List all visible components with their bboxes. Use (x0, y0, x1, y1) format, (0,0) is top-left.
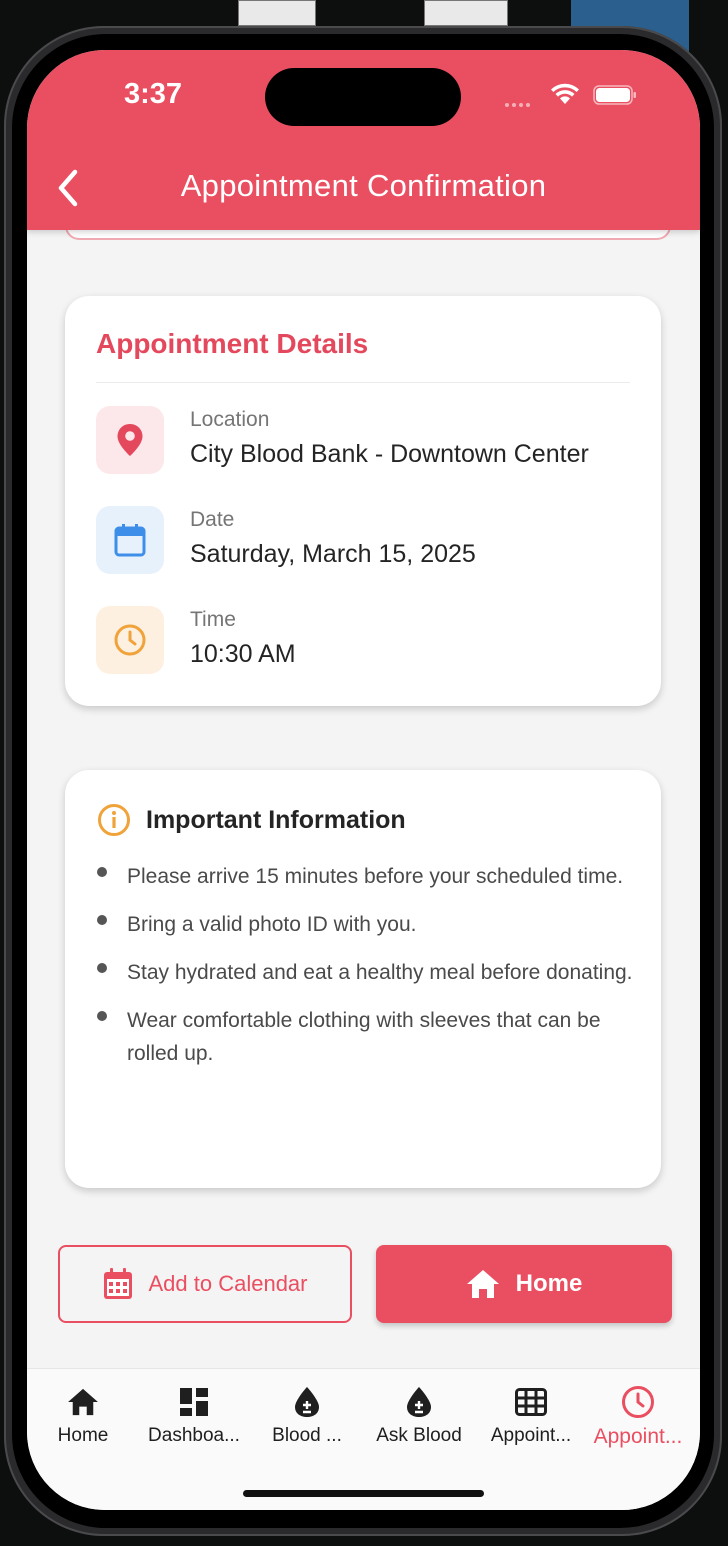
dashboard-icon (180, 1388, 208, 1416)
nav-label: Ask Blood (376, 1425, 462, 1446)
clock-icon (96, 606, 164, 674)
nav-label: Home (57, 1425, 109, 1446)
nav-item-ask-blood[interactable]: Ask Blood (363, 1387, 475, 1447)
nav-item-dashboard[interactable]: Dashboa... (138, 1387, 250, 1447)
clock-icon (622, 1386, 654, 1418)
nav-item-appointments[interactable]: Appoint... (475, 1387, 587, 1447)
add-to-calendar-label: Add to Calendar (148, 1271, 308, 1296)
home-button-label: Home (515, 1270, 583, 1297)
home-button[interactable]: Home (376, 1245, 672, 1323)
list-item: Stay hydrated and eat a healthy meal bef… (97, 956, 637, 989)
blood-drop-icon (295, 1387, 319, 1417)
grid-icon (515, 1388, 547, 1416)
nav-label: Blood ... (272, 1425, 342, 1446)
list-item: Please arrive 15 minutes before your sch… (97, 860, 637, 893)
home-indicator (243, 1490, 484, 1497)
nav-label: Dashboa... (148, 1425, 240, 1446)
background-window (238, 0, 316, 26)
calendar-icon (103, 1268, 132, 1299)
location-label: Location (190, 408, 270, 431)
location-pin-icon (96, 406, 164, 474)
important-information-card: Important Information Please arrive 15 m… (65, 770, 661, 1188)
date-row: Date Saturday, March 15, 2025 (96, 506, 641, 576)
nav-label: Appoint... (593, 1425, 683, 1448)
time-value: 10:30 AM (190, 640, 296, 668)
bottom-navigation: Home Dashboa... Blood ... Ask Blood Appo… (27, 1368, 700, 1510)
date-value: Saturday, March 15, 2025 (190, 540, 476, 568)
signal-icon (505, 94, 539, 107)
home-icon (68, 1388, 98, 1416)
blood-drop-icon (407, 1387, 431, 1417)
card-heading: Appointment Details (96, 328, 369, 359)
info-title: Important Information (146, 806, 406, 834)
location-value: City Blood Bank - Downtown Center (190, 440, 589, 468)
time-label: Time (190, 608, 236, 631)
divider (96, 382, 630, 383)
dynamic-island (265, 68, 461, 126)
nav-item-appointment-history[interactable]: Appoint... (582, 1386, 694, 1449)
list-item: Wear comfortable clothing with sleeves t… (97, 1004, 637, 1070)
home-icon (466, 1270, 499, 1298)
page-title: Appointment Confirmation (180, 168, 547, 203)
app-screen: 3:37 Appointment Confirmation Appointmen… (27, 50, 700, 1510)
calendar-icon (96, 506, 164, 574)
battery-icon (593, 85, 636, 105)
wifi-icon (551, 83, 579, 104)
time-row: Time 10:30 AM (96, 606, 641, 676)
status-time: 3:37 (124, 78, 183, 110)
add-to-calendar-button[interactable]: Add to Calendar (58, 1245, 352, 1323)
nav-label: Appoint... (490, 1425, 572, 1446)
nav-item-home[interactable]: Home (27, 1387, 139, 1447)
info-icon (98, 804, 130, 836)
background-window (424, 0, 508, 26)
nav-item-blood[interactable]: Blood ... (251, 1387, 363, 1447)
location-row: Location City Blood Bank - Downtown Cent… (96, 406, 641, 476)
info-list: Please arrive 15 minutes before your sch… (97, 860, 637, 1085)
date-label: Date (190, 508, 235, 531)
app-bar: 3:37 Appointment Confirmation (27, 50, 700, 230)
list-item: Bring a valid photo ID with you. (97, 908, 637, 941)
appointment-details-card: Appointment Details Location City Blood … (65, 296, 661, 706)
